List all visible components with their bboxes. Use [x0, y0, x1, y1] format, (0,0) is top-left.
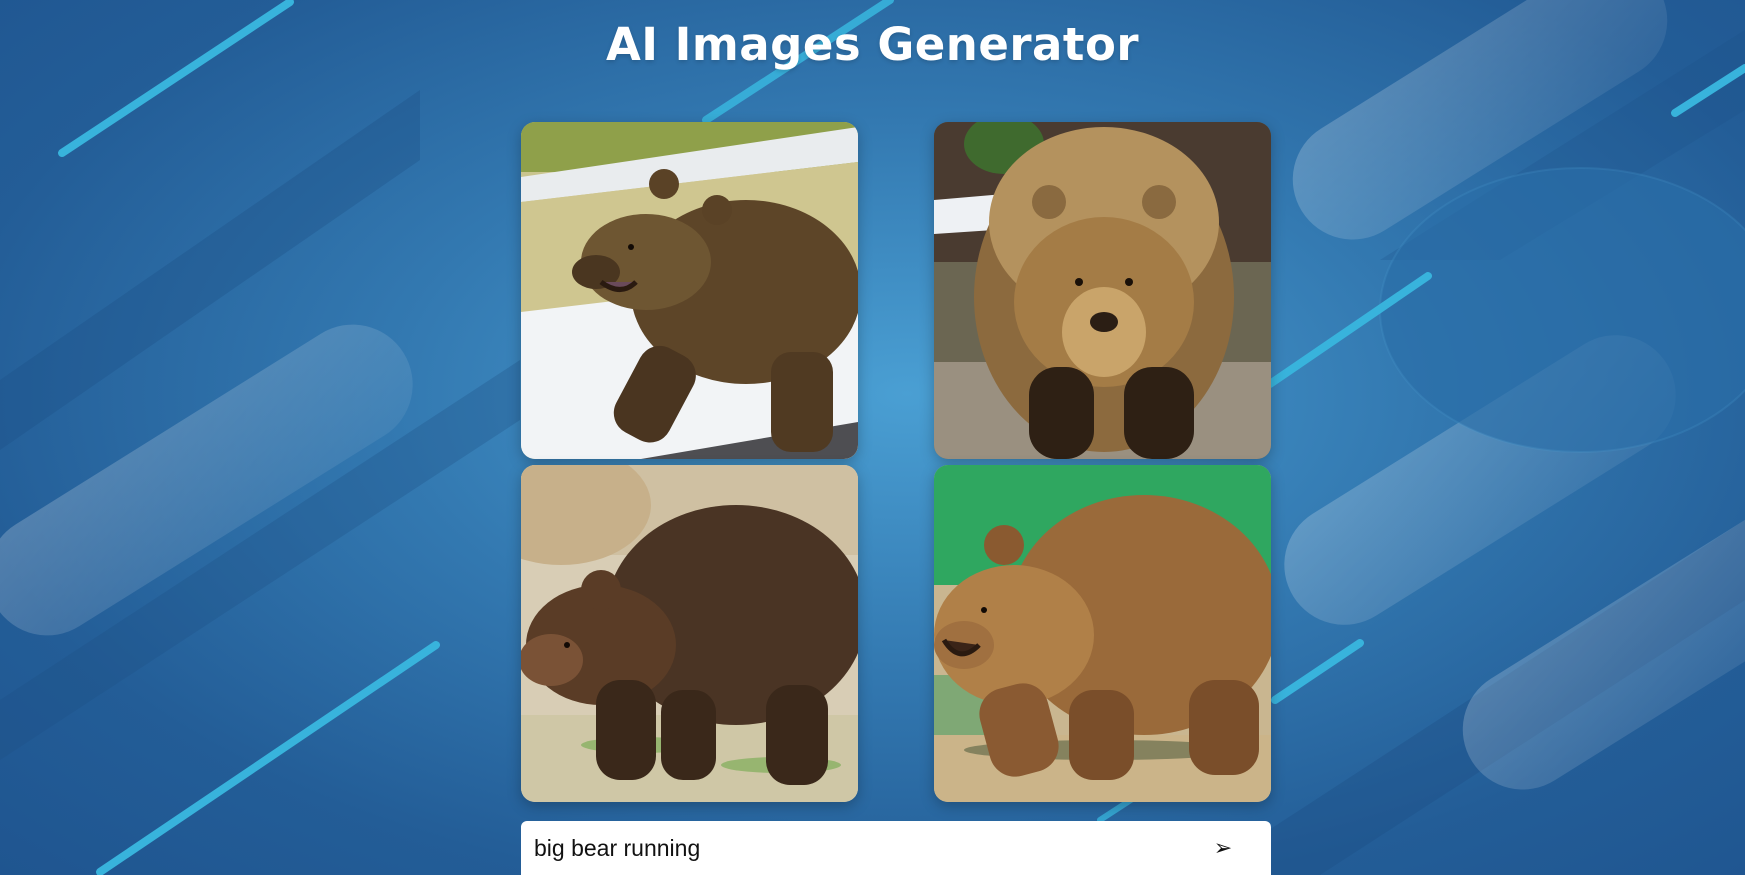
prompt-input[interactable] [521, 821, 1201, 875]
send-button[interactable]: ➢ [1205, 830, 1241, 866]
send-icon: ➢ [1213, 835, 1233, 861]
generated-image-2[interactable] [934, 122, 1271, 459]
image-gallery [521, 122, 1271, 803]
generated-image-1[interactable] [521, 122, 858, 459]
generated-image-4[interactable] [934, 465, 1271, 802]
generated-image-3[interactable] [521, 465, 858, 802]
page-title: AI Images Generator [605, 18, 1140, 71]
prompt-bar: ➢ [521, 821, 1271, 875]
